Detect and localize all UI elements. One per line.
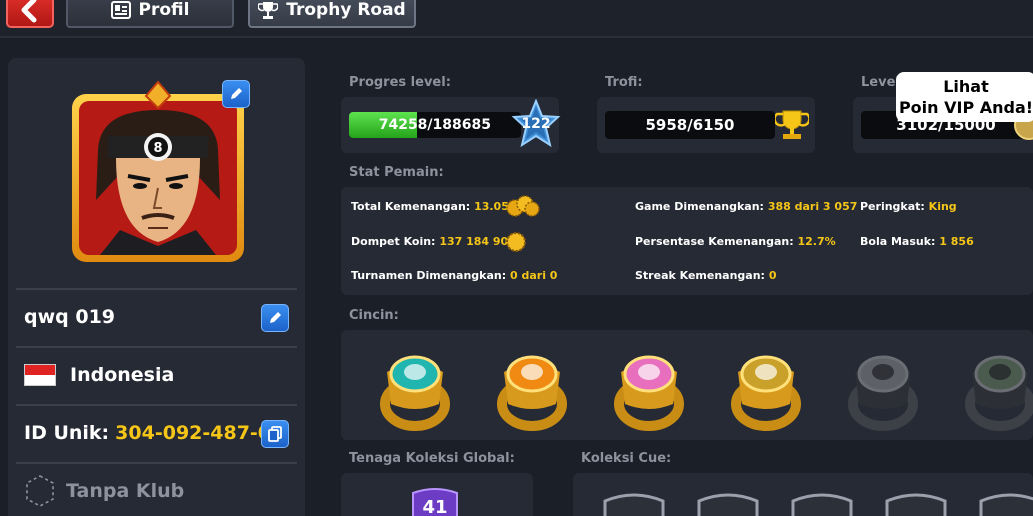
tab-trophy-road[interactable]: Trophy Road xyxy=(248,0,416,28)
cue-collection-badge-icon[interactable] xyxy=(977,491,1033,516)
balls-potted-label: Bola Masuk: xyxy=(860,235,936,248)
tournaments-won-label: Turnamen Dimenangkan: xyxy=(351,269,507,282)
copy-id-button[interactable] xyxy=(261,420,289,448)
chevron-left-icon xyxy=(21,0,37,23)
global-collection-value: 41 xyxy=(422,497,448,516)
global-collection-card[interactable]: 41 xyxy=(341,473,533,516)
pencil-icon xyxy=(270,312,281,323)
games-won-stat: Game Dimenangkan: 388 dari 3 057 xyxy=(635,200,857,213)
club-name: Tanpa Klub xyxy=(66,480,185,502)
total-wins-stat: Total Kemenangan: 13.05B xyxy=(351,200,517,213)
win-percentage-stat: Persentase Kemenangan: 12.7% xyxy=(635,235,836,248)
svg-text:8: 8 xyxy=(153,141,162,156)
xp-progress-text: 74258/188685 xyxy=(378,117,491,133)
vip-points-tooltip[interactable]: Lihat Poin VIP Anda! xyxy=(896,72,1033,122)
championship-ring-icon[interactable] xyxy=(726,342,806,432)
progress-level-label: Progres level: xyxy=(349,75,451,90)
club-row[interactable]: Tanpa Klub xyxy=(16,462,297,516)
avatar[interactable]: 8 xyxy=(70,80,246,264)
country-name: Indonesia xyxy=(70,364,175,386)
progress-level-card: 74258/188685 122 xyxy=(341,97,561,153)
trophy-card: 5958/6150 xyxy=(597,97,815,153)
unique-id-row: ID Unik: 304-092-487-0 xyxy=(16,404,297,460)
trophy-label: Trofi: xyxy=(605,75,643,90)
cue-collection-badge-icon[interactable] xyxy=(789,491,855,516)
player-stats-card: Total Kemenangan: 13.05B Dompet Koin: 13… xyxy=(341,187,1033,295)
balls-potted-stat: Bola Masuk: 1 856 xyxy=(860,235,974,248)
games-won-label: Game Dimenangkan: xyxy=(635,200,764,213)
vip-tooltip-line1: Lihat xyxy=(943,77,989,96)
rank-value: King xyxy=(928,200,957,213)
win-percentage-value: 12.7% xyxy=(797,235,836,248)
coin-wallet-stat: Dompet Koin: 137 184 905 xyxy=(351,235,516,248)
cue-collection-badge-icon[interactable] xyxy=(883,491,949,516)
back-button[interactable] xyxy=(6,0,54,28)
trophy-icon xyxy=(775,110,809,139)
edit-name-button[interactable] xyxy=(261,304,289,332)
championship-ring-icon[interactable] xyxy=(492,342,572,432)
win-streak-value: 0 xyxy=(768,269,777,282)
edit-avatar-button[interactable] xyxy=(222,80,250,108)
copy-icon xyxy=(268,426,282,442)
games-won-value: 388 dari 3 057 xyxy=(767,200,858,213)
country-row: Indonesia xyxy=(16,346,297,402)
tab-trophy-road-label: Trophy Road xyxy=(286,0,406,20)
club-badge-icon xyxy=(26,475,54,507)
championship-ring-icon[interactable] xyxy=(375,342,455,432)
tournaments-won-stat: Turnamen Dimenangkan: 0 dari 0 xyxy=(351,269,557,282)
tab-profile-label: Profil xyxy=(138,0,190,20)
championship-ring-icon[interactable] xyxy=(609,342,689,432)
cue-collection-card xyxy=(573,473,1033,516)
vip-tooltip-line2: Poin VIP Anda! xyxy=(898,98,1033,117)
cue-collection-badge-icon[interactable] xyxy=(695,491,761,516)
unique-id-label: ID Unik: xyxy=(24,422,110,444)
level-number: 122 xyxy=(521,116,551,132)
username-row: qwq 019 xyxy=(16,288,297,344)
indonesia-flag-icon xyxy=(24,364,56,386)
cue-collection-label: Koleksi Cue: xyxy=(581,451,672,466)
total-wins-label: Total Kemenangan: xyxy=(351,200,471,213)
player-stats-label: Stat Pemain: xyxy=(349,165,444,180)
championship-ring-icon[interactable] xyxy=(843,342,923,432)
trophy-value: 5958/6150 xyxy=(605,111,775,139)
win-percentage-label: Persentase Kemenangan: xyxy=(635,235,794,248)
rank-label: Peringkat: xyxy=(860,200,925,213)
coin-icon xyxy=(506,232,526,252)
profile-card-icon xyxy=(110,1,131,19)
xp-progress-bar: 74258/188685 xyxy=(349,112,521,138)
coin-stack-icon xyxy=(506,195,540,217)
top-bar: Profil Trophy Road xyxy=(0,0,1033,38)
win-streak-label: Streak Kemenangan: xyxy=(635,269,765,282)
pencil-icon xyxy=(231,88,242,99)
cue-collection-badge-icon[interactable] xyxy=(601,491,667,516)
trophy-icon xyxy=(258,2,279,19)
unique-id-value: 304-092-487-0 xyxy=(115,422,272,444)
vip-level-label: Level xyxy=(861,75,900,90)
coin-wallet-label: Dompet Koin: xyxy=(351,235,436,248)
rings-card xyxy=(341,330,1033,440)
rank-stat: Peringkat: King xyxy=(860,200,957,213)
rings-label: Cincin: xyxy=(349,308,399,323)
tab-profile[interactable]: Profil xyxy=(66,0,234,28)
balls-potted-value: 1 856 xyxy=(939,235,974,248)
championship-ring-icon[interactable] xyxy=(960,342,1033,432)
win-streak-stat: Streak Kemenangan: 0 xyxy=(635,269,776,282)
username: qwq 019 xyxy=(24,306,116,328)
profile-panel: 8 qwq 019 Indonesia ID Unik: 304-092-487… xyxy=(8,58,305,516)
global-collection-label: Tenaga Koleksi Global: xyxy=(349,451,515,466)
tournaments-won-value: 0 dari 0 xyxy=(509,269,558,282)
